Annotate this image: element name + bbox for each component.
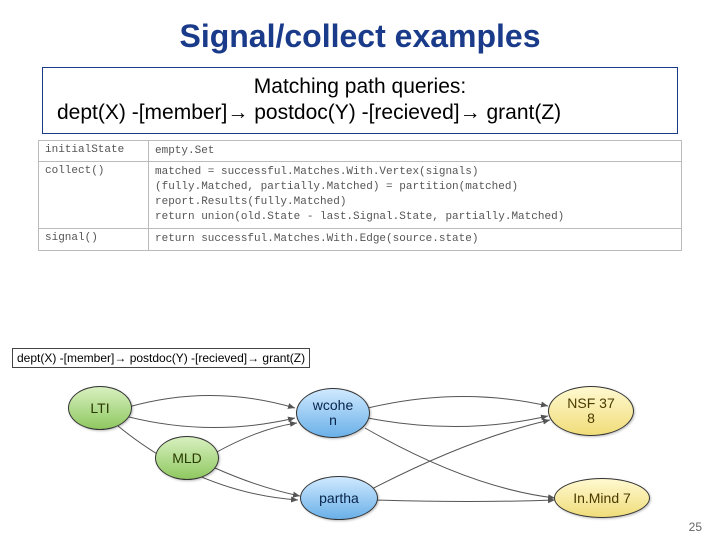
slide-title: Signal/collect examples xyxy=(0,0,720,63)
table-row: initialState empty.Set xyxy=(39,140,682,162)
node-nsf378: NSF 37 8 xyxy=(548,386,634,436)
table-row: collect() matched = successful.Matches.W… xyxy=(39,162,682,228)
graph-diagram: LTI MLD wcohe n partha NSF 37 8 In.Mind … xyxy=(0,368,720,528)
cell-key: collect() xyxy=(39,162,149,228)
cell-val: empty.Set xyxy=(149,140,682,162)
node-wcohen: wcohe n xyxy=(296,388,370,438)
query-box: Matching path queries: dept(X) -[member]… xyxy=(42,67,678,134)
node-mld: MLD xyxy=(155,436,219,480)
node-inmind7: In.Mind 7 xyxy=(554,478,650,518)
cell-key: signal() xyxy=(39,228,149,250)
node-lti: LTI xyxy=(68,386,132,430)
mini-query-box: dept(X) -[member]→ postdoc(Y) -[recieved… xyxy=(12,348,310,368)
node-partha: partha xyxy=(300,476,378,520)
cell-key: initialState xyxy=(39,140,149,162)
cell-val: matched = successful.Matches.With.Vertex… xyxy=(149,162,682,228)
query-line2: dept(X) -[member]→ postdoc(Y) -[recieved… xyxy=(53,100,667,126)
cell-val: return successful.Matches.With.Edge(sour… xyxy=(149,228,682,250)
slide-number: 25 xyxy=(689,520,702,534)
pseudocode-table: initialState empty.Set collect() matched… xyxy=(38,140,682,251)
table-row: signal() return successful.Matches.With.… xyxy=(39,228,682,250)
query-line1: Matching path queries: xyxy=(53,74,667,100)
